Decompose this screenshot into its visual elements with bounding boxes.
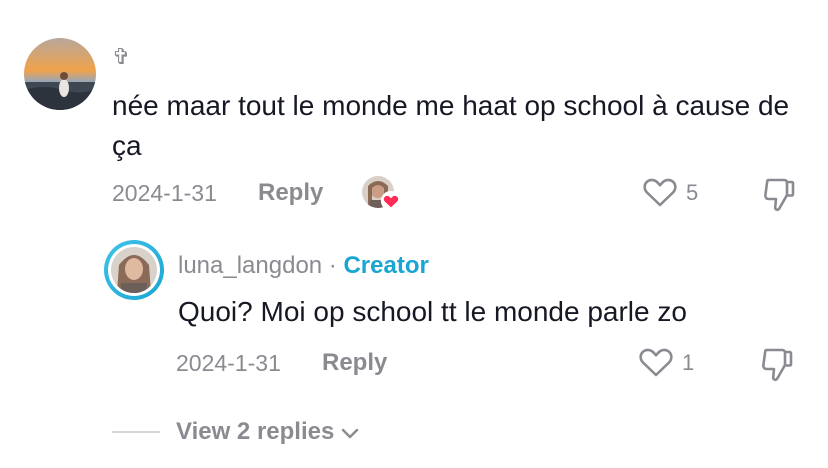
comment-text: née maar tout le monde me haat op school…	[112, 90, 790, 161]
creator-badge: Creator	[343, 252, 429, 279]
commenter-username[interactable]: ✞	[112, 44, 130, 70]
comment-reply-button[interactable]: Reply	[258, 179, 323, 207]
comment-dislike-icon[interactable]	[762, 176, 796, 212]
view-replies-divider	[112, 431, 160, 433]
reply-like-heart-icon[interactable]	[638, 346, 674, 378]
reply-separator: ·	[322, 252, 344, 279]
reply-date: 2024-1-31	[176, 350, 281, 376]
reply-dislike-icon[interactable]	[760, 346, 794, 382]
view-replies-button[interactable]: View 2 replies	[176, 418, 359, 447]
reply-username[interactable]: luna_langdon	[178, 252, 322, 279]
reply-text: Quoi? Moi op school tt le monde parle zo	[178, 296, 687, 327]
creator-liked-heart-icon	[380, 190, 402, 212]
creator-avatar[interactable]	[104, 240, 164, 300]
comment-like-heart-icon[interactable]	[642, 176, 678, 208]
reply-author-line: luna_langdon · Creator	[178, 252, 429, 280]
comment-date: 2024-1-31	[112, 180, 217, 206]
chevron-down-icon	[341, 419, 359, 447]
comment-like-count: 5	[686, 180, 699, 205]
reply-reply-button[interactable]: Reply	[322, 349, 387, 377]
commenter-avatar[interactable]	[24, 38, 96, 110]
reply-like-count: 1	[682, 350, 695, 375]
view-replies-label: View 2 replies	[176, 418, 335, 445]
